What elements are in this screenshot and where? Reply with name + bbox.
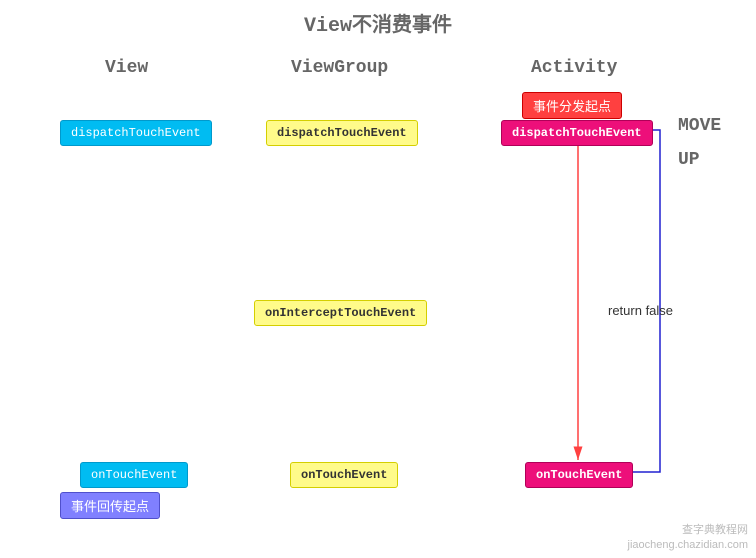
- view-dispatch-node: dispatchTouchEvent: [60, 120, 212, 146]
- watermark-line2: jiaocheng.chazidian.com: [628, 538, 748, 552]
- viewgroup-dispatch-node: dispatchTouchEvent: [266, 120, 418, 146]
- activity-ontouch-node: onTouchEvent: [525, 462, 633, 488]
- column-view-header: View: [105, 58, 148, 78]
- column-viewgroup-header: ViewGroup: [291, 58, 388, 78]
- watermark: 查字典教程网 jiaocheng.chazidian.com: [628, 523, 748, 552]
- side-up-label: UP: [678, 150, 700, 170]
- column-activity-header: Activity: [531, 58, 617, 78]
- view-ontouch-node: onTouchEvent: [80, 462, 188, 488]
- activity-dispatch-node: dispatchTouchEvent: [501, 120, 653, 146]
- watermark-line1: 查字典教程网: [628, 523, 748, 537]
- return-false-label: return false: [608, 303, 673, 318]
- viewgroup-intercept-node: onInterceptTouchEvent: [254, 300, 427, 326]
- viewgroup-ontouch-node: onTouchEvent: [290, 462, 398, 488]
- diagram-title: View不消费事件: [0, 8, 756, 38]
- dispatch-start-tag: 事件分发起点: [522, 92, 622, 119]
- return-start-tag: 事件回传起点: [60, 492, 160, 519]
- side-move-label: MOVE: [678, 116, 721, 136]
